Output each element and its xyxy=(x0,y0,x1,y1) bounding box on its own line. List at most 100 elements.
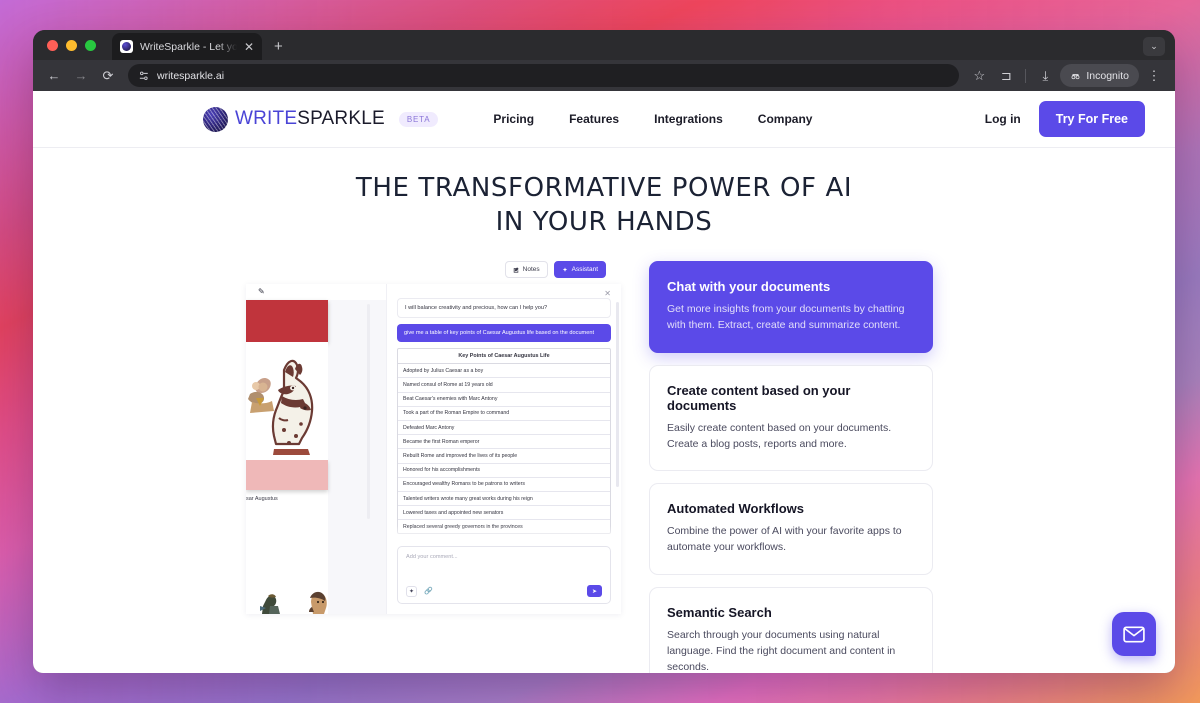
header-actions: Log in Try For Free xyxy=(985,101,1145,137)
headline-line-2: IN YOUR HANDS xyxy=(495,207,713,237)
headline-line-1: THE TRANSFORMATIVE POWER OF AI xyxy=(355,173,853,203)
browser-tab[interactable]: WriteSparkle - Let your Conte ✕ xyxy=(112,33,262,60)
document-pink-band xyxy=(246,460,328,490)
window-traffic-lights xyxy=(45,30,102,60)
composer-toolbar: ✦ 🔗 ➤ xyxy=(406,585,602,597)
try-for-free-button[interactable]: Try For Free xyxy=(1038,101,1145,137)
address-bar[interactable]: writesparkle.ai xyxy=(128,64,960,87)
feature-card-body: Easily create content based on your docu… xyxy=(667,421,892,450)
logo-text-primary: WRITE xyxy=(235,108,298,129)
feature-card-body: Combine the power of AI with your favori… xyxy=(667,525,902,554)
document-figure-right-icon xyxy=(309,591,327,614)
table-row: Lowered taxes and appointed new senators xyxy=(398,506,610,521)
table-row: Beat Caesar's enemies with Marc Antony xyxy=(398,393,610,407)
site-header: WRITESPARKLE BETA Pricing Features Integ… xyxy=(33,91,1175,148)
pointer-tool-icon[interactable]: ✎ xyxy=(246,284,386,300)
key-points-table: Key Points of Caesar Augustus Life Adopt… xyxy=(397,348,611,535)
download-icon[interactable]: ⤓ xyxy=(1033,64,1057,88)
send-icon[interactable]: ➤ xyxy=(587,585,602,597)
feature-card-title: Semantic Search xyxy=(667,604,772,620)
page-viewport: WRITESPARKLE BETA Pricing Features Integ… xyxy=(33,91,1175,673)
primary-nav: Pricing Features Integrations Company xyxy=(493,112,812,126)
reload-icon[interactable]: ⟳ xyxy=(96,64,120,88)
nav-item-pricing[interactable]: Pricing xyxy=(493,112,534,126)
table-row: Encouraged wealthy Romans to be patrons … xyxy=(398,478,610,492)
document-page[interactable]: sar Augustus xyxy=(246,300,328,502)
chevron-down-icon[interactable]: ⌄ xyxy=(1143,37,1165,56)
site-settings-icon[interactable] xyxy=(138,70,150,82)
feature-card-chat[interactable]: Chat with your documents Get more insigh… xyxy=(649,261,933,353)
browser-window: WriteSparkle - Let your Conte ✕ + ⌄ ← → … xyxy=(33,30,1175,673)
table-row: Defeated Marc Antony xyxy=(398,421,610,436)
back-icon[interactable]: ← xyxy=(42,64,66,88)
logo-text: WRITESPARKLE xyxy=(235,108,385,130)
writesparkle-favicon-icon xyxy=(120,40,133,53)
minimize-window-button[interactable] xyxy=(66,39,77,51)
chat-scroll-fade xyxy=(387,526,621,544)
split-view-icon[interactable]: ⊐ xyxy=(994,64,1018,88)
browser-menu-icon[interactable]: ⋮ xyxy=(1142,64,1166,88)
feature-card-semantic-search[interactable]: Semantic Search Search through your docu… xyxy=(649,586,933,673)
assistant-sparkle-icon xyxy=(562,266,567,272)
tab-assistant[interactable]: Assistant xyxy=(553,261,606,278)
toolbar-divider xyxy=(1025,68,1027,83)
table-row: Took a part of the Roman Empire to comma… xyxy=(398,407,610,421)
address-bar-url: writesparkle.ai xyxy=(157,69,225,82)
incognito-indicator[interactable]: Incognito xyxy=(1060,64,1139,87)
feature-card-automated-workflows[interactable]: Automated Workflows Combine the power of… xyxy=(649,483,933,575)
feature-card-create-content[interactable]: Create content based on your documents E… xyxy=(649,364,933,472)
chat-message-user: give me a table of key points of Caesar … xyxy=(397,324,611,343)
browser-tab-title: WriteSparkle - Let your Conte xyxy=(140,40,237,53)
login-link[interactable]: Log in xyxy=(985,112,1021,126)
feature-card-list: Chat with your documents Get more insigh… xyxy=(649,261,933,673)
incognito-label: Incognito xyxy=(1086,69,1129,82)
page-title: THE TRANSFORMATIVE POWER OF AI IN YOUR H… xyxy=(33,175,1175,235)
table-row: Rebuilt Rome and improved the lives of i… xyxy=(398,449,610,464)
comment-composer[interactable]: Add your comment... ✦ 🔗 ➤ xyxy=(397,546,611,604)
incognito-icon xyxy=(1071,74,1080,80)
product-preview: Notes Assistant ✎ sar Augustus ✕ I will … xyxy=(246,261,621,614)
table-row: Became the first Roman emperor xyxy=(398,435,610,450)
feature-card-title: Chat with your documents xyxy=(667,279,831,294)
document-scrollbar[interactable] xyxy=(367,304,370,519)
beta-badge: BETA xyxy=(398,111,439,127)
document-pane-backdrop xyxy=(328,300,386,614)
new-tab-button[interactable]: + xyxy=(274,39,283,54)
table-row: Honored for his accomplishments xyxy=(398,464,610,478)
note-pencil-icon xyxy=(513,266,519,273)
chat-scrollbar[interactable] xyxy=(616,302,619,487)
maximize-window-button[interactable] xyxy=(85,39,96,51)
paperclip-icon[interactable]: 🔗 xyxy=(424,587,433,595)
logo-text-secondary: SPARKLE xyxy=(297,108,385,129)
comment-input-placeholder[interactable]: Add your comment... xyxy=(406,554,602,560)
writesparkle-logo-icon xyxy=(203,106,228,132)
close-window-button[interactable] xyxy=(47,39,58,51)
chat-launcher-button[interactable] xyxy=(1112,612,1156,656)
feature-card-body: Search through your documents using natu… xyxy=(667,628,896,673)
tab-notes[interactable]: Notes xyxy=(504,261,548,278)
feature-card-title: Create content based on your documents xyxy=(667,382,851,413)
table-row: Named consul of Rome at 19 years old xyxy=(398,378,610,393)
nav-item-company[interactable]: Company xyxy=(758,112,813,126)
document-illustration-area xyxy=(246,342,328,460)
sparkle-icon[interactable]: ✦ xyxy=(406,585,417,597)
site-logo[interactable]: WRITESPARKLE BETA xyxy=(203,106,439,132)
document-caption: sar Augustus xyxy=(246,496,278,502)
forward-icon[interactable]: → xyxy=(69,64,93,88)
table-header: Key Points of Caesar Augustus Life xyxy=(398,349,610,365)
browser-tab-strip: WriteSparkle - Let your Conte ✕ + ⌄ xyxy=(33,30,1175,60)
table-row: Talented writers wrote many great works … xyxy=(398,492,610,507)
browser-toolbar: ← → ⟳ writesparkle.ai ☆ ⊐ ⤓ Incognito ⋮ xyxy=(33,60,1175,91)
close-icon[interactable]: ✕ xyxy=(244,41,254,53)
tab-notes-label: Notes xyxy=(522,266,540,273)
nav-item-features[interactable]: Features xyxy=(569,112,619,126)
tab-assistant-label: Assistant xyxy=(571,266,598,273)
chat-message-list: I will balance creativity and precious, … xyxy=(387,284,621,546)
close-icon[interactable]: ✕ xyxy=(604,289,611,298)
document-preview-pane: ✎ sar Augustus xyxy=(246,284,386,614)
chat-message-bot: I will balance creativity and precious, … xyxy=(397,298,611,319)
nav-item-integrations[interactable]: Integrations xyxy=(654,112,723,126)
feature-card-title: Automated Workflows xyxy=(667,501,804,517)
bookmark-star-icon[interactable]: ☆ xyxy=(967,64,991,88)
document-figure-left-icon xyxy=(260,594,280,614)
